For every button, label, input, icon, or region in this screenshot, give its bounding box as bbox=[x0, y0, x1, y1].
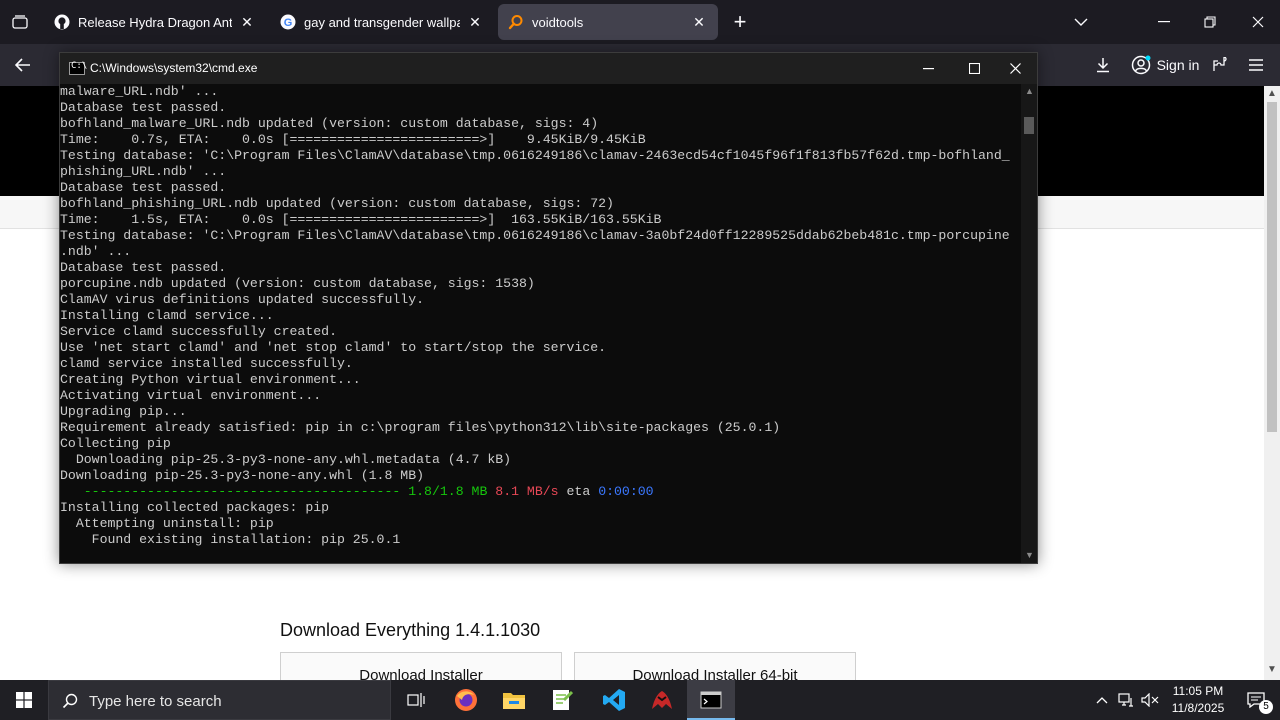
google-icon: G bbox=[280, 14, 296, 30]
cmd-output-line: Activating virtual environment... bbox=[60, 388, 322, 403]
tab-github-release[interactable]: Release Hydra Dragon Antivirus ✕ bbox=[44, 4, 266, 40]
cmd-scrollbar[interactable]: ▲ ▼ bbox=[1021, 84, 1037, 563]
scroll-thumb[interactable] bbox=[1267, 102, 1277, 432]
cmd-output-line: Database test passed. bbox=[60, 260, 227, 275]
cmd-app-icon: C:\ bbox=[69, 61, 87, 75]
cmd-scroll-thumb[interactable] bbox=[1024, 117, 1034, 134]
cmd-title: C:\Windows\system32\cmd.exe bbox=[90, 61, 258, 75]
close-icon[interactable]: ✕ bbox=[690, 13, 708, 31]
cmd-output-line: Installing collected packages: pip bbox=[60, 500, 330, 515]
notification-center-icon[interactable]: 5 bbox=[1236, 680, 1276, 720]
cmd-titlebar[interactable]: C:\ C:\Windows\system32\cmd.exe bbox=[60, 53, 1037, 84]
scroll-up-arrow[interactable]: ▲ bbox=[1267, 88, 1277, 99]
cmd-scroll-down-arrow[interactable]: ▼ bbox=[1025, 550, 1034, 560]
browser-tab-strip: Release Hydra Dragon Antivirus ✕ G gay a… bbox=[0, 0, 1280, 44]
tab-title: voidtools bbox=[532, 14, 584, 30]
github-icon bbox=[54, 14, 70, 30]
minimize-button[interactable] bbox=[1146, 8, 1182, 36]
tab-voidtools[interactable]: voidtools ✕ bbox=[498, 4, 718, 40]
cmd-output-line: Use 'net start clamd' and 'net stop clam… bbox=[60, 340, 607, 355]
cmd-output-line: clamd service installed successfully. bbox=[60, 356, 353, 371]
search-icon bbox=[62, 693, 78, 709]
cmd-progress-speed: 8.1 MB/s bbox=[495, 484, 559, 499]
scroll-down-arrow[interactable]: ▼ bbox=[1267, 664, 1277, 675]
close-window-button[interactable] bbox=[1240, 8, 1276, 36]
restore-button[interactable] bbox=[1192, 8, 1228, 36]
new-tab-button[interactable]: + bbox=[727, 9, 753, 34]
tab-google-search[interactable]: G gay and transgender wallpaper ✕ bbox=[270, 4, 494, 40]
cmd-window[interactable]: C:\ C:\Windows\system32\cmd.exe malware_… bbox=[59, 52, 1038, 564]
cmd-output-line: Collecting pip bbox=[60, 436, 171, 451]
sign-in-label: Sign in bbox=[1156, 57, 1200, 73]
cmd-output-line: Time: 0.7s, ETA: 0.0s [=================… bbox=[60, 132, 646, 147]
cmd-output-line: Creating Python virtual environment... bbox=[60, 372, 361, 387]
taskbar-search-placeholder: Type here to search bbox=[89, 693, 222, 710]
clock-time: 11:05 PM bbox=[1172, 684, 1224, 698]
cmd-output-line: porcupine.ndb updated (version: custom d… bbox=[60, 276, 535, 291]
tab-title: gay and transgender wallpaper bbox=[304, 14, 460, 30]
cmd-minimize-button[interactable] bbox=[905, 53, 951, 84]
cmd-output-line: Testing database: 'C:\Program Files\Clam… bbox=[60, 148, 1010, 163]
network-icon[interactable] bbox=[1114, 680, 1138, 720]
cmd-progress-eta: 0:00:00 bbox=[598, 484, 654, 499]
task-view-icon[interactable] bbox=[392, 680, 440, 720]
cmd-output[interactable]: malware_URL.ndb' ... Database test passed… bbox=[60, 84, 1021, 563]
cmd-progress-bar: ---------------------------------------- bbox=[60, 484, 401, 499]
cmd-output-line: bofhland_phishing_URL.ndb updated (versi… bbox=[60, 196, 614, 211]
cmd-maximize-button[interactable] bbox=[951, 53, 997, 84]
sign-in-button[interactable]: Sign in bbox=[1126, 50, 1204, 80]
cmd-output-line: Installing clamd service... bbox=[60, 308, 274, 323]
tab-list-icon[interactable] bbox=[6, 10, 34, 34]
chevron-up-icon[interactable] bbox=[1090, 680, 1114, 720]
volume-muted-icon[interactable] bbox=[1138, 680, 1162, 720]
cmd-close-button[interactable] bbox=[993, 53, 1037, 84]
windows-start-button[interactable] bbox=[0, 680, 48, 720]
cmd-progress-line: ----------------------------------------… bbox=[60, 484, 1021, 500]
menu-icon[interactable] bbox=[1243, 52, 1269, 78]
taskbar-search-box[interactable]: Type here to search bbox=[48, 680, 391, 720]
tab-title: Release Hydra Dragon Antivirus bbox=[78, 14, 232, 30]
close-icon[interactable]: ✕ bbox=[466, 13, 484, 31]
cmd-output-line: Time: 1.5s, ETA: 0.0s [=================… bbox=[60, 212, 662, 227]
cmd-output-line: bofhland_malware_URL.ndb updated (versio… bbox=[60, 116, 599, 131]
chevron-down-icon[interactable] bbox=[1068, 10, 1094, 34]
cmd-output-line: .ndb' ... bbox=[60, 244, 132, 259]
hydra-dragon-antivirus-icon[interactable] bbox=[638, 680, 686, 720]
cmd-scroll-up-arrow[interactable]: ▲ bbox=[1025, 86, 1034, 96]
extensions-icon[interactable] bbox=[1207, 52, 1233, 78]
cmd-output-line: Downloading pip-25.3-py3-none-any.whl (1… bbox=[60, 468, 425, 483]
cmd-output-line: Found existing installation: pip 25.0.1 bbox=[60, 532, 401, 547]
notification-count-badge: 5 bbox=[1259, 700, 1273, 714]
cmd-output-line: Attempting uninstall: pip bbox=[60, 516, 274, 531]
cmd-output-line: Service clamd successfully created. bbox=[60, 324, 337, 339]
cmd-output-line: phishing_URL.ndb' ... bbox=[60, 164, 227, 179]
clock-date: 11/8/2025 bbox=[1171, 701, 1225, 715]
cmd-output-line: Database test passed. bbox=[60, 180, 227, 195]
cmd-progress-eta-label: eta bbox=[566, 484, 591, 499]
cmd-output-line: Requirement already satisfied: pip in c:… bbox=[60, 420, 781, 435]
cmd-output-line: Database test passed. bbox=[60, 100, 227, 115]
taskbar: Type here to search 11:05 PM 11/8/2025 5 bbox=[0, 680, 1280, 720]
cmd-output-line: Upgrading pip... bbox=[60, 404, 187, 419]
cmd-output-line: ClamAV virus definitions updated success… bbox=[60, 292, 425, 307]
notepad-plus-plus-icon[interactable] bbox=[538, 680, 586, 720]
svg-text:G: G bbox=[284, 17, 293, 29]
cmd-output-line: Downloading pip-25.3-py3-none-any.whl.me… bbox=[60, 452, 512, 467]
taskbar-clock[interactable]: 11:05 PM 11/8/2025 bbox=[1163, 683, 1233, 717]
cmd-progress-size: 1.8/1.8 MB bbox=[408, 484, 488, 499]
page-scrollbar[interactable]: ▲ ▼ bbox=[1264, 86, 1280, 680]
close-icon[interactable]: ✕ bbox=[238, 13, 256, 31]
download-heading: Download Everything 1.4.1.1030 bbox=[280, 620, 541, 640]
back-button[interactable] bbox=[8, 52, 38, 78]
vscode-icon[interactable] bbox=[590, 680, 638, 720]
search-icon bbox=[508, 14, 524, 30]
cmd-output-line: Testing database: 'C:\Program Files\Clam… bbox=[60, 228, 1010, 243]
account-icon bbox=[1131, 55, 1151, 75]
download-icon[interactable] bbox=[1090, 52, 1116, 78]
cmd-output-line: malware_URL.ndb' ... bbox=[60, 84, 219, 99]
firefox-icon[interactable] bbox=[442, 680, 490, 720]
cmd-taskbar-icon[interactable] bbox=[687, 680, 735, 720]
file-explorer-icon[interactable] bbox=[490, 680, 538, 720]
